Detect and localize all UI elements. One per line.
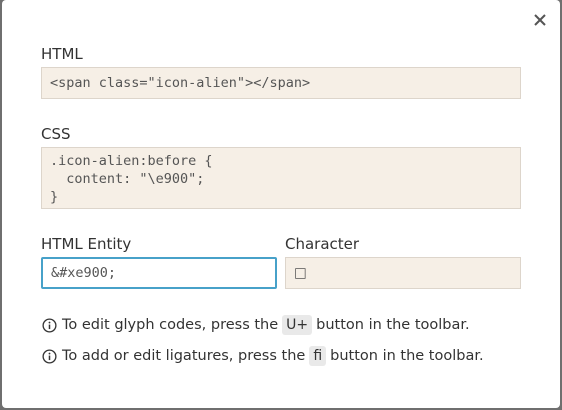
tip-text-before: To edit glyph codes, press the — [62, 317, 279, 333]
close-icon — [534, 14, 546, 26]
tip-text-after: button in the toolbar. — [316, 317, 470, 333]
tip-ligatures: To add or edit ligatures, press the ﬁ bu… — [42, 346, 484, 366]
tip-glyph-codes: To edit glyph codes, press the U+ button… — [42, 315, 470, 335]
unicode-key-badge: U+ — [282, 315, 313, 335]
html-entity-input[interactable] — [41, 257, 277, 289]
ligature-key-badge: ﬁ — [309, 346, 327, 366]
character-label: Character — [285, 235, 360, 253]
character-box[interactable]: □ — [285, 257, 521, 289]
glyph-code-dialog: HTML <span class="icon-alien"></span> CS… — [2, 0, 560, 408]
close-button[interactable] — [530, 10, 550, 30]
tip-text-after: button in the toolbar. — [330, 348, 484, 364]
css-label: CSS — [41, 125, 71, 143]
html-label: HTML — [41, 45, 83, 63]
tip-text-before: To add or edit ligatures, press the — [62, 348, 306, 364]
html-entity-label: HTML Entity — [41, 235, 132, 253]
info-icon — [42, 348, 57, 364]
info-icon — [42, 317, 57, 333]
css-code-box[interactable]: .icon-alien:before { content: "\e900"; } — [41, 147, 521, 209]
html-code-box[interactable]: <span class="icon-alien"></span> — [41, 67, 521, 99]
